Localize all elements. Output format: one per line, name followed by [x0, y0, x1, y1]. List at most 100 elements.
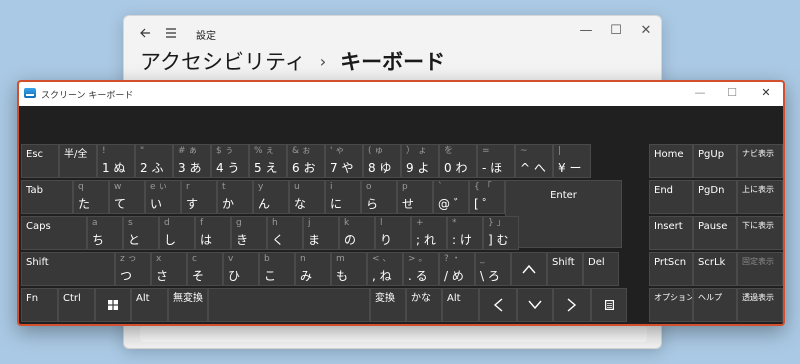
key-[interactable]: _ \ ろ [475, 252, 511, 286]
key-3[interactable]: # ぁ 3 あ [173, 144, 211, 178]
key-shift[interactable]: Shift [547, 252, 583, 286]
key-ち[interactable]: aち [87, 216, 123, 250]
maximize-icon[interactable]: ☐ [723, 86, 741, 99]
key-は[interactable]: fは [195, 216, 231, 250]
key-つ[interactable]: z っつ [115, 252, 151, 286]
left-arrow-key[interactable] [479, 288, 517, 322]
windows-logo-key[interactable] [95, 288, 131, 322]
key-[interactable]: *: け [447, 216, 483, 250]
key-ctrl[interactable]: Ctrl [58, 288, 95, 322]
key-[interactable]: > 。 . る [403, 252, 439, 286]
breadcrumb-parent[interactable]: アクセシビリティ [140, 46, 306, 76]
key-esc[interactable]: Esc [21, 144, 59, 178]
key-tab[interactable]: Tab [21, 180, 73, 214]
context-menu-key[interactable] [591, 288, 627, 322]
key-と[interactable]: sと [123, 216, 159, 250]
nav-key[interactable]: 上に表示 [737, 180, 783, 214]
up-arrow-key[interactable] [511, 252, 547, 286]
key-caps[interactable]: Caps [21, 216, 87, 250]
key-fn[interactable]: Fn [21, 288, 58, 322]
key-[interactable]: < 、 , ね [367, 252, 403, 286]
key-変換[interactable]: 変換 [370, 288, 406, 322]
maximize-icon[interactable]: ☐ [606, 23, 626, 38]
key-del[interactable]: Del [583, 252, 619, 286]
key-た[interactable]: qた [73, 180, 109, 214]
key-9[interactable]: ） ょ 9 よ [401, 144, 439, 178]
key-shift-label: ） ょ [406, 146, 427, 156]
key-0[interactable]: を 0 わ [439, 144, 477, 178]
minimize-icon[interactable]: — [576, 23, 596, 38]
key-4[interactable]: $ ぅ 4 う [211, 144, 249, 178]
key-か[interactable]: tか [217, 180, 253, 214]
key-ひ[interactable]: vひ [223, 252, 259, 286]
key-無変換[interactable]: 無変換 [168, 288, 208, 322]
nav-key[interactable]: Pause [693, 216, 737, 250]
key-も[interactable]: mも [331, 252, 367, 286]
key-かな[interactable]: かな [406, 288, 442, 322]
key-い[interactable]: e ぃい [145, 180, 181, 214]
down-arrow-key[interactable] [517, 288, 553, 322]
key-し[interactable]: dし [159, 216, 195, 250]
key-5[interactable]: % ぇ 5 え [249, 144, 287, 178]
key-さ[interactable]: xさ [151, 252, 187, 286]
key-[interactable]: } 」] む [483, 216, 519, 250]
minimize-icon[interactable]: — [691, 86, 709, 99]
key-[interactable]: { 「 [ ゜ [469, 180, 505, 214]
key-の[interactable]: kの [339, 216, 375, 250]
space-key[interactable] [208, 288, 370, 322]
key-す[interactable]: rす [181, 180, 217, 214]
key-alt[interactable]: Alt [131, 288, 168, 322]
close-icon[interactable]: ✕ [636, 23, 656, 38]
key-半全[interactable]: 半/全 [59, 144, 97, 178]
nav-key[interactable]: ScrLk [693, 252, 737, 286]
key-き[interactable]: gき [231, 216, 267, 250]
key-り[interactable]: lり [375, 216, 411, 250]
nav-key[interactable]: End [649, 180, 693, 214]
key-ま[interactable]: jま [303, 216, 339, 250]
close-icon[interactable]: ✕ [757, 86, 775, 99]
key-shift-label: u [294, 182, 300, 192]
key-1[interactable]: ! 1 ぬ [97, 144, 135, 178]
key-[interactable]: ~ ^ へ [515, 144, 553, 178]
nav-key[interactable]: 下に表示 [737, 216, 783, 250]
key-shift-label: & ぉ [292, 146, 311, 156]
key-shift-label: ` [438, 182, 443, 192]
nav-key[interactable]: ヘルプ [693, 288, 737, 322]
key-こ[interactable]: bこ [259, 252, 295, 286]
key-main-label: / め [444, 269, 464, 283]
key-2[interactable]: " 2 ふ [135, 144, 173, 178]
key-[interactable]: ` @ ゛ [433, 180, 469, 214]
nav-key[interactable]: ナビ表示 [737, 144, 783, 178]
right-arrow-key[interactable] [553, 288, 591, 322]
nav-key[interactable]: Insert [649, 216, 693, 250]
key-[interactable]: ? ・ / め [439, 252, 475, 286]
key-6[interactable]: & ぉ 6 お [287, 144, 325, 178]
nav-key[interactable]: オプション [649, 288, 693, 322]
key-shift[interactable]: Shift [21, 252, 115, 286]
key-ん[interactable]: yん [253, 180, 289, 214]
key-て[interactable]: wて [109, 180, 145, 214]
key-ら[interactable]: oら [361, 180, 397, 214]
key-せ[interactable]: pせ [397, 180, 433, 214]
nav-key[interactable]: PrtScn [649, 252, 693, 286]
key-な[interactable]: uな [289, 180, 325, 214]
nav-key[interactable]: 固定表示 [737, 252, 783, 286]
key-enter[interactable]: Enter [505, 180, 622, 248]
back-arrow-icon[interactable] [134, 22, 156, 44]
key-み[interactable]: nみ [295, 252, 331, 286]
nav-key[interactable]: 透過表示 [737, 288, 783, 322]
key-く[interactable]: hく [267, 216, 303, 250]
key-[interactable]: + ; れ [411, 216, 447, 250]
key-に[interactable]: iに [325, 180, 361, 214]
key-そ[interactable]: cそ [187, 252, 223, 286]
key--[interactable]: = - ほ [477, 144, 515, 178]
key-alt[interactable]: Alt [442, 288, 479, 322]
key-main-label: ; れ [416, 233, 436, 247]
key-[interactable]: | ¥ ー [553, 144, 591, 178]
nav-key[interactable]: PgDn [693, 180, 737, 214]
nav-key[interactable]: Home [649, 144, 693, 178]
key-8[interactable]: ( ゅ 8 ゆ [363, 144, 401, 178]
nav-key[interactable]: PgUp [693, 144, 737, 178]
key-7[interactable]: ' ゃ 7 や [325, 144, 363, 178]
hamburger-menu-icon[interactable] [160, 22, 182, 44]
